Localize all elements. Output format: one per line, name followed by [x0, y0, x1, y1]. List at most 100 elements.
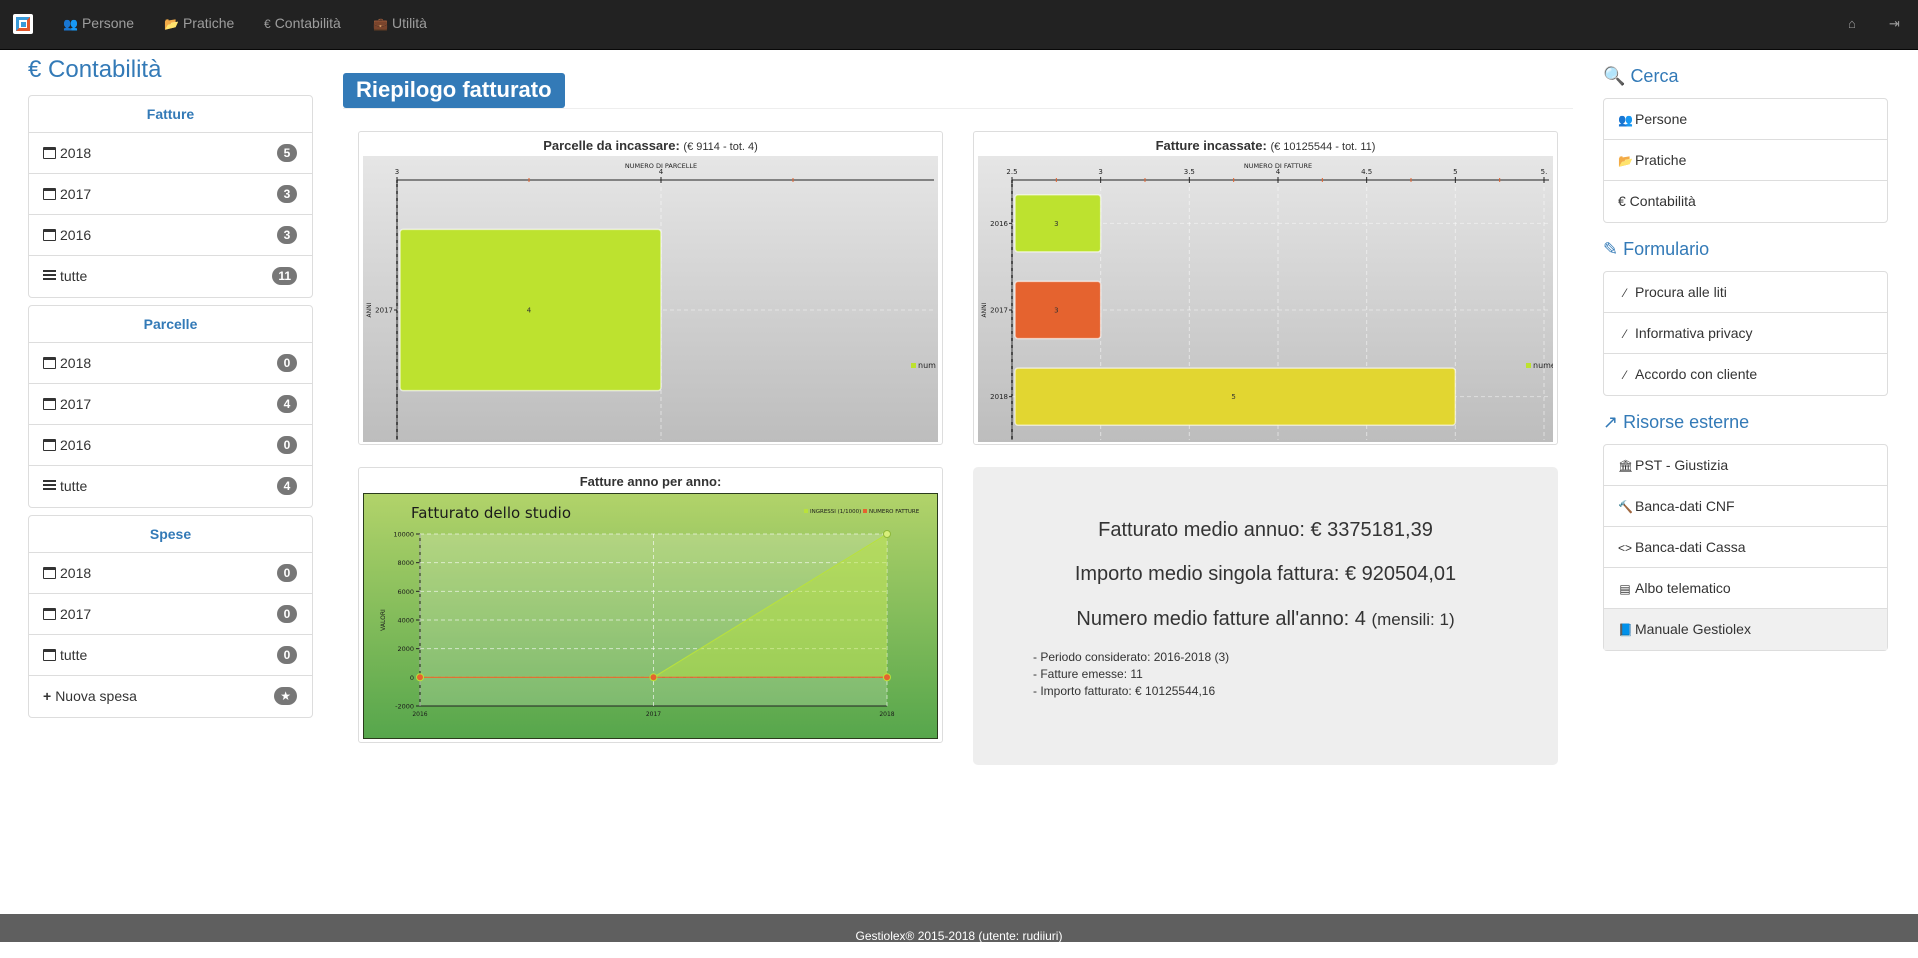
count-badge: 0: [277, 564, 297, 582]
legend-label: NUMERO FATTURE: [869, 509, 920, 515]
count-badge: 4: [277, 395, 297, 413]
x-tick-label: 3: [1098, 168, 1102, 176]
point-ingressi: [884, 531, 891, 538]
parcelle-row-2016[interactable]: 20160: [29, 425, 312, 466]
divider: [343, 108, 1573, 109]
y-axis-title: VALORI: [380, 609, 387, 631]
list-icon: [43, 270, 56, 282]
section-heading: Riepilogo fatturato: [343, 73, 565, 108]
chart-title: Fatturato dello studio: [411, 504, 571, 522]
calendar-icon: [43, 567, 56, 579]
cerca-contabilita[interactable]: € Contabilità: [1604, 181, 1887, 222]
parcelle-row-2018[interactable]: 20180: [29, 343, 312, 384]
panel-header: Parcelle: [29, 306, 312, 343]
plus-icon: +: [43, 688, 51, 704]
y-tick-label: 2018: [990, 393, 1008, 401]
briefcase-icon: 💼: [373, 1, 388, 48]
banca-dati-cassa-link[interactable]: <>Banca-dati Cassa: [1604, 527, 1887, 568]
calendar-icon: [43, 398, 56, 410]
count-badge: 11: [272, 267, 297, 285]
euro-icon: €: [264, 1, 271, 48]
home-icon[interactable]: ⌂: [1848, 0, 1856, 50]
spese-row-2018[interactable]: 20180: [29, 553, 312, 594]
page-title: € Contabilità: [28, 56, 161, 84]
risorse-panel: 🏛PST - Giustizia 🔨Banca-dati CNF <>Banca…: [1603, 444, 1888, 651]
numero-medio: Numero medio fatture all'anno: 4 (mensil…: [973, 608, 1558, 631]
pst-giustizia-link[interactable]: 🏛PST - Giustizia: [1604, 445, 1887, 486]
legend-swatch: [1526, 363, 1531, 368]
parcelle-row-2017[interactable]: 20174: [29, 384, 312, 425]
data-label: 4: [527, 307, 532, 315]
nav-contabilita[interactable]: €Contabilità: [264, 0, 341, 50]
legend-swatch: [863, 509, 867, 513]
y-tick-label: -2000: [395, 703, 414, 711]
y-tick-label: 8000: [397, 559, 414, 567]
y-axis-title: ANNI: [366, 302, 373, 317]
stats-panel: Fatturato medio annuo: € 3375181,39 Impo…: [973, 467, 1558, 765]
stat-emesse: - Fatture emesse: 11: [1033, 667, 1143, 681]
formulario-panel: ⁄Procura alle liti ⁄Informativa privacy …: [1603, 271, 1888, 396]
gavel-icon: 🔨: [1618, 487, 1632, 528]
code-icon: <>: [1618, 528, 1632, 569]
point-numero-fatture: [417, 674, 424, 681]
parcelle-row-tutte[interactable]: tutte4: [29, 466, 312, 507]
nav-pratiche[interactable]: 📂Pratiche: [164, 0, 234, 50]
legend-label: num: [918, 361, 936, 370]
formulario-title: ✎ Formulario: [1603, 239, 1709, 260]
count-badge: 3: [277, 226, 297, 244]
magic-icon: ⁄: [1618, 355, 1632, 396]
calendar-icon: [43, 357, 56, 369]
chart-detail: (€ 9114 - tot. 4): [683, 141, 757, 153]
spese-row-2017[interactable]: 20170: [29, 594, 312, 635]
informativa-privacy-link[interactable]: ⁄Informativa privacy: [1604, 313, 1887, 354]
x-tick-label: 3.5: [1184, 168, 1195, 176]
chart-title: Fatture anno per anno:: [580, 474, 722, 489]
panel-parcelle: Parcelle 20180 20174 20160 tutte4: [28, 305, 313, 508]
logout-icon[interactable]: ⇥: [1889, 0, 1900, 50]
cerca-persone[interactable]: 👥Persone: [1604, 99, 1887, 140]
y-tick-label: 6000: [397, 588, 414, 596]
x-axis-title: NUMERO DI FATTURE: [1244, 162, 1312, 170]
star-badge: ★: [274, 687, 297, 705]
procura-alle-liti-link[interactable]: ⁄Procura alle liti: [1604, 272, 1887, 313]
calendar-icon: [43, 649, 56, 661]
fatture-row-tutte[interactable]: tutte11: [29, 256, 312, 297]
chart-title: Parcelle da incassare:: [543, 138, 680, 153]
stat-importo: - Importo fatturato: € 10125544,16: [1033, 684, 1215, 698]
banca-dati-cnf-link[interactable]: 🔨Banca-dati CNF: [1604, 486, 1887, 527]
nuova-spesa-button[interactable]: +Nuova spesa★: [29, 676, 312, 717]
data-label: 3: [1054, 220, 1058, 228]
cerca-pratiche[interactable]: 📂Pratiche: [1604, 140, 1887, 181]
fatture-row-2017[interactable]: 20173: [29, 174, 312, 215]
y-tick-label: 2000: [397, 645, 414, 653]
app-logo[interactable]: [13, 14, 33, 34]
magic-icon: ⁄: [1618, 314, 1632, 355]
nav-utilita[interactable]: 💼Utilità: [373, 0, 427, 50]
list-icon: [43, 480, 56, 492]
y-tick-label: 2017: [375, 307, 393, 315]
bank-icon: 🏛: [1618, 446, 1632, 487]
calendar-icon: [43, 608, 56, 620]
chart-annuale: Fatture anno per anno: Fatturato dello s…: [358, 467, 943, 743]
fatture-row-2018[interactable]: 20185: [29, 133, 312, 174]
x-tick-label: 5.: [1541, 168, 1548, 176]
magic-icon: ⁄: [1618, 273, 1632, 314]
count-badge: 0: [277, 354, 297, 372]
calendar-icon: [43, 229, 56, 241]
nav-persone[interactable]: 👥Persone: [63, 0, 134, 50]
panel-fatture: Fatture 20185 20173 20163 tutte11: [28, 95, 313, 298]
albo-telematico-link[interactable]: ▤Albo telematico: [1604, 568, 1887, 609]
importo-medio: Importo medio singola fattura: € 920504,…: [973, 563, 1558, 586]
legend-label: INGRESSI (1/1000): [810, 509, 861, 515]
book-icon: 📘: [1618, 610, 1632, 651]
count-badge: 3: [277, 185, 297, 203]
manuale-gestiolex-link[interactable]: 📘Manuale Gestiolex: [1604, 609, 1887, 650]
fatture-row-2016[interactable]: 20163: [29, 215, 312, 256]
accordo-cliente-link[interactable]: ⁄Accordo con cliente: [1604, 354, 1887, 395]
spese-row-tutte[interactable]: tutte0: [29, 635, 312, 676]
panel-spese: Spese 20180 20170 tutte0 +Nuova spesa★: [28, 515, 313, 718]
calendar-icon: [43, 188, 56, 200]
count-badge: 5: [277, 144, 297, 162]
y-tick-label: 0: [410, 674, 414, 682]
risorse-title: ↗ Risorse esterne: [1603, 412, 1749, 433]
